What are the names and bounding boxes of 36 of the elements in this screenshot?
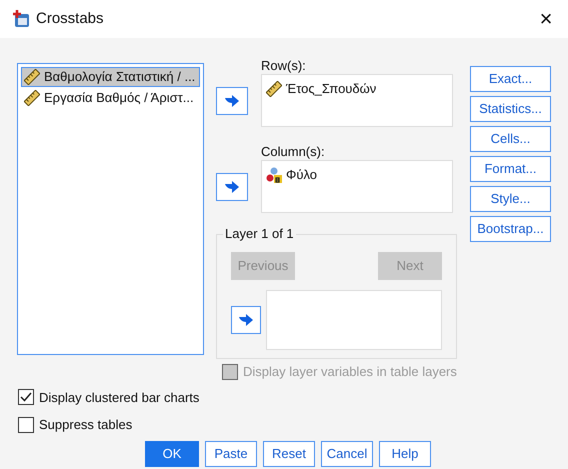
ruler-icon <box>24 90 40 106</box>
dialog-button[interactable]: Cancel <box>321 440 373 466</box>
variable-item[interactable]: Φύλο <box>266 165 448 184</box>
variable-item[interactable]: Εργασία Βαθμός / Άριστ... <box>21 88 200 108</box>
checkbox[interactable] <box>18 389 34 406</box>
dialog-button[interactable]: Statistics... <box>470 96 551 122</box>
variable-item[interactable]: Έτος_Σπουδών <box>266 79 448 98</box>
close-button[interactable]: × <box>536 8 556 30</box>
checkbox[interactable] <box>18 416 34 433</box>
check-icon <box>20 392 32 402</box>
dialog-button[interactable]: Reset <box>263 440 315 466</box>
arrow-icon <box>238 314 254 326</box>
checkbox-label: Display clustered bar charts <box>39 388 200 407</box>
list-label: Row(s): <box>261 58 306 74</box>
dialog-button[interactable]: Cells... <box>470 126 551 152</box>
checkbox-label: Display layer variables in table layers <box>243 363 457 381</box>
dialog-button[interactable]: Paste <box>205 440 257 466</box>
ruler-icon <box>24 69 40 85</box>
variable-item[interactable]: Βαθμολογία Στατιστική / ... <box>21 67 200 87</box>
window-title: Crosstabs <box>36 8 104 29</box>
dialog-button[interactable]: Format... <box>470 156 551 182</box>
dialog-button[interactable]: Exact... <box>470 66 551 92</box>
nominal-icon <box>266 166 282 183</box>
dialog-button[interactable]: OK <box>145 440 199 466</box>
list-label: Column(s): <box>261 144 325 160</box>
app-icon <box>12 10 30 28</box>
dialog-button[interactable]: Bootstrap... <box>470 216 551 242</box>
dialog-button[interactable]: Help <box>379 440 431 466</box>
arrow-icon <box>224 180 240 192</box>
dialog-button[interactable]: Style... <box>470 186 551 212</box>
arrow-icon <box>224 94 240 106</box>
move-arrow-button[interactable] <box>216 172 248 200</box>
move-arrow-button[interactable] <box>231 306 262 334</box>
group-title: Layer 1 of 1 <box>223 226 296 242</box>
move-arrow-button[interactable] <box>216 86 248 114</box>
checkbox-label: Suppress tables <box>39 416 132 434</box>
